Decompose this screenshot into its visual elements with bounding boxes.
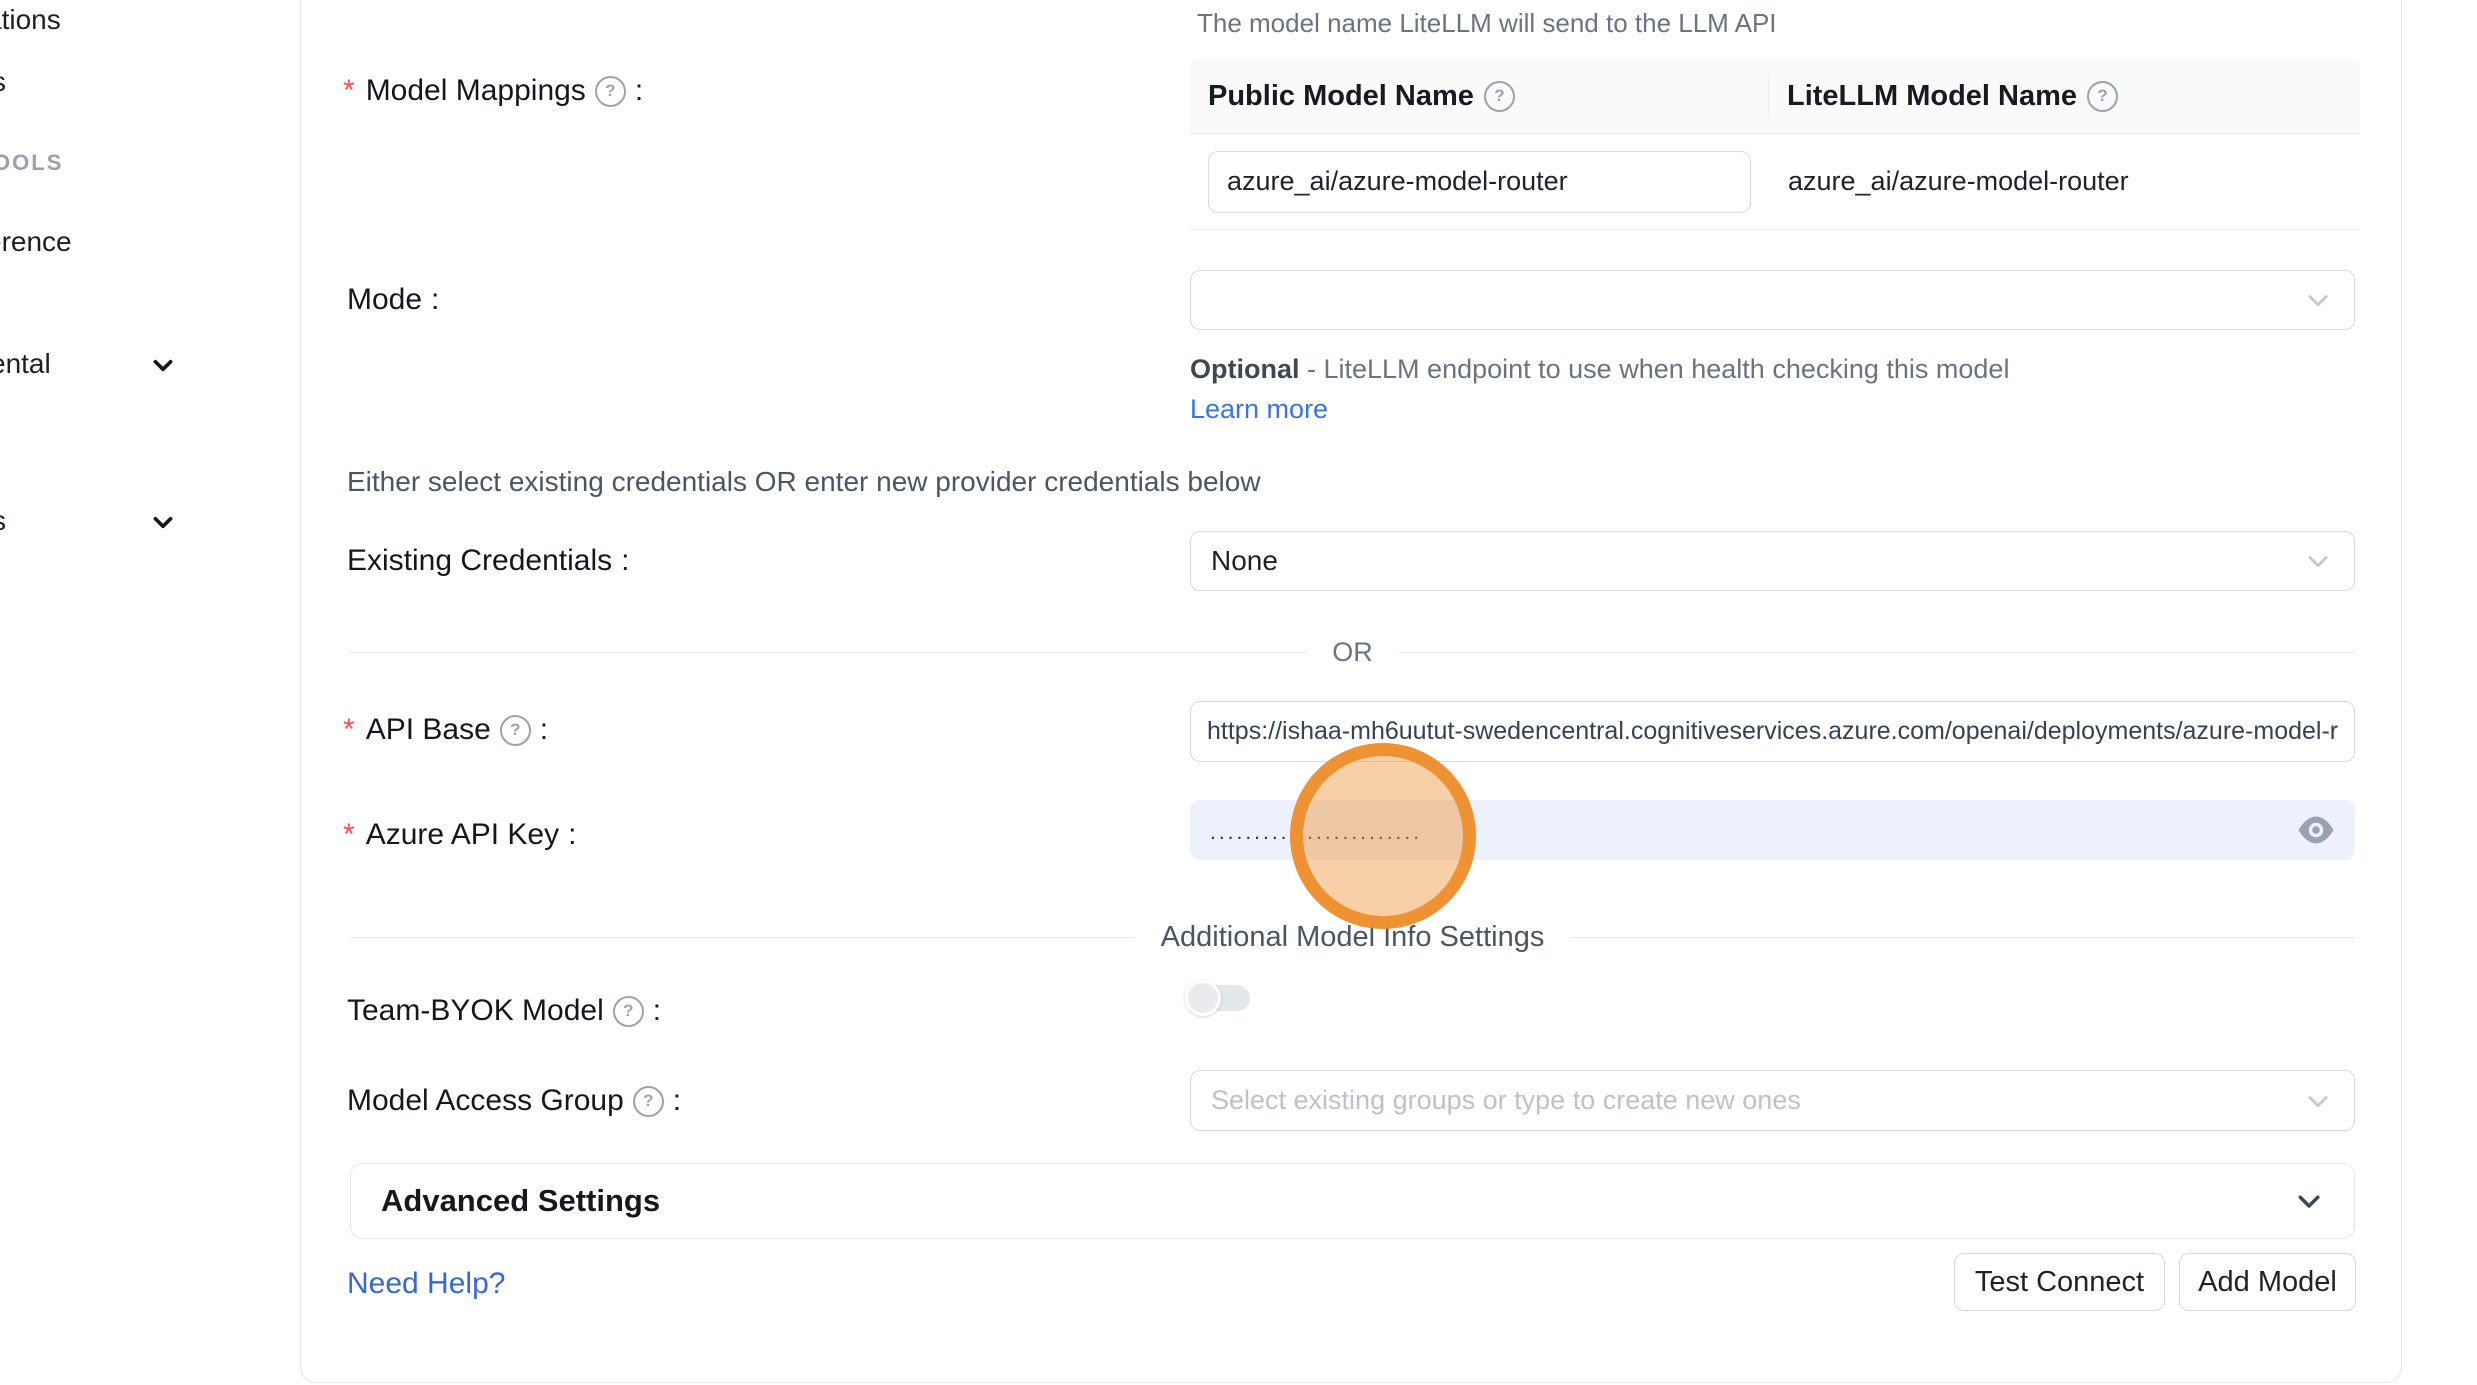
team-byok-label: Team-BYOK Model ? : [347,994,661,1028]
chevron-down-icon [2294,1186,2324,1216]
model-mappings-table: Public Model Name ? LiteLLM Model Name ?… [1190,59,2360,230]
or-divider: OR [350,637,2355,668]
mappings-table-header: Public Model Name ? LiteLLM Model Name ? [1190,59,2360,134]
existing-credentials-value: None [1211,545,1278,577]
chevron-down-icon [2304,286,2332,314]
additional-settings-divider: Additional Model Info Settings [350,921,2355,954]
learn-more-link[interactable]: Learn more [1190,394,1328,424]
help-icon[interactable]: ? [2087,81,2118,112]
additional-settings-divider-text: Additional Model Info Settings [1161,921,1545,954]
chevron-down-icon [150,509,176,535]
model-access-group-select[interactable]: Select existing groups or type to create… [1190,1070,2355,1131]
existing-credentials-label: Existing Credentials: [347,544,629,578]
chevron-down-icon [150,352,176,378]
chevron-down-icon [2304,1087,2332,1115]
or-divider-text: OR [1332,637,1373,668]
model-mappings-label: * Model Mappings ? : [343,74,643,108]
column-public-model-name: Public Model Name ? [1190,80,1768,113]
help-icon[interactable]: ? [500,715,531,746]
mode-helper-text: Optional - LiteLLM endpoint to use when … [1190,349,2020,429]
toggle-knob [1185,980,1221,1016]
sidebar-section-tools: TOOLS [0,150,63,176]
mode-select[interactable] [1190,270,2355,330]
azure-api-key-input[interactable]: ........................ [1190,800,2355,860]
public-model-name-input[interactable] [1208,151,1751,213]
add-model-page: ations s TOOLS erence ental s The model … [0,0,2477,1385]
help-icon[interactable]: ? [595,76,626,107]
eye-icon[interactable] [2297,814,2335,846]
help-icon[interactable]: ? [1484,81,1515,112]
model-access-group-placeholder: Select existing groups or type to create… [1211,1085,1801,1116]
api-base-label: * API Base ? : [343,713,548,747]
help-icon[interactable]: ? [633,1086,664,1117]
mode-label: Mode: [347,283,439,317]
sidebar-item-organizations[interactable]: ations [0,4,61,36]
table-row: azure_ai/azure-model-router [1190,134,2360,230]
add-model-button[interactable]: Add Model [2179,1253,2356,1311]
sidebar-item-logs[interactable]: s [0,66,6,98]
sidebar-item-settings[interactable]: s [0,505,6,537]
credentials-hint-text: Either select existing credentials OR en… [347,466,1261,498]
column-litellm-model-name: LiteLLM Model Name ? [1768,76,2118,116]
litellm-model-name-value: azure_ai/azure-model-router [1768,166,2129,197]
advanced-settings-panel[interactable]: Advanced Settings [350,1163,2355,1239]
test-connect-button[interactable]: Test Connect [1954,1253,2165,1311]
model-access-group-label: Model Access Group ? : [347,1084,681,1118]
chevron-down-icon [2304,547,2332,575]
need-help-link[interactable]: Need Help? [347,1267,505,1301]
masked-api-key-value: ........................ [1210,822,1422,843]
required-marker: * [343,74,355,108]
sidebar-nav: ations s TOOLS erence ental s [0,0,300,1385]
existing-credentials-select[interactable]: None [1190,531,2355,591]
advanced-settings-title: Advanced Settings [381,1183,660,1219]
sidebar-item-experimental[interactable]: ental [0,348,51,380]
required-marker: * [343,713,355,747]
required-marker: * [343,818,355,852]
team-byok-toggle[interactable] [1192,985,1250,1011]
help-icon[interactable]: ? [613,996,644,1027]
model-name-helper-text: The model name LiteLLM will send to the … [1197,8,1777,39]
sidebar-item-inference[interactable]: erence [0,226,72,258]
api-base-input[interactable] [1190,701,2355,762]
azure-api-key-label: * Azure API Key : [343,818,576,852]
